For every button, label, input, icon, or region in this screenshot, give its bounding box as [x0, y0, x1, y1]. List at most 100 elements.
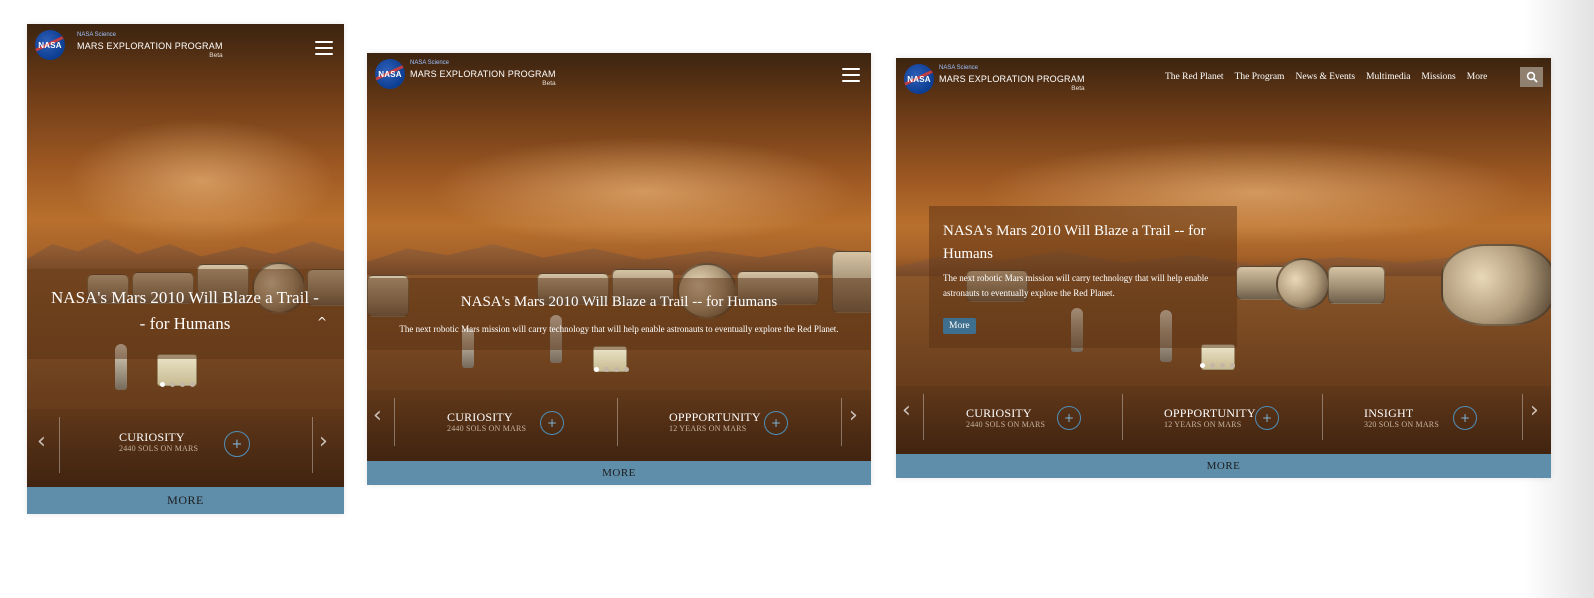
headline-line-2: Humans: [943, 246, 993, 262]
slide-dot[interactable]: [604, 367, 609, 372]
mission-item[interactable]: OPPPORTUNITY 12 YEARS ON MARS: [669, 410, 761, 434]
brand-science: NASA Science: [410, 60, 450, 66]
chevron-left-icon[interactable]: ‹: [373, 403, 382, 428]
plus-circle-icon[interactable]: +: [1453, 406, 1477, 430]
mission-sub: 2440 SOLS ON MARS: [447, 424, 527, 433]
nav-red-planet[interactable]: The Red Planet: [1165, 72, 1224, 82]
divider: [923, 394, 924, 440]
headline[interactable]: NASA's Mars 2010 Will Blaze a Trail -- f…: [943, 220, 1206, 266]
headline-panel: NASA's Mars 2010 Will Blaze a Trail -- f…: [367, 278, 871, 350]
hamburger-icon[interactable]: [315, 41, 333, 55]
more-bar[interactable]: MORE: [367, 461, 871, 485]
mission-sub: 12 YEARS ON MARS: [1164, 420, 1242, 429]
headline[interactable]: NASA's Mars 2010 Will Blaze a Trail - - …: [35, 285, 335, 337]
chevron-left-icon[interactable]: ‹: [902, 398, 911, 423]
brand-block[interactable]: NASA Science MARS EXPLORATION PROGRAM Be…: [77, 31, 223, 60]
description: The next robotic Mars mission will carry…: [943, 271, 1208, 301]
mission-carousel: ‹ CURIOSITY 2440 SOLS ON MARS + OPPPORTU…: [367, 390, 871, 462]
slide-dot[interactable]: [180, 382, 185, 387]
mission-sub: 12 YEARS ON MARS: [669, 424, 747, 433]
chevron-right-icon[interactable]: ›: [849, 403, 858, 428]
nav-program[interactable]: The Program: [1235, 72, 1285, 82]
description-line-1: The next robotic Mars mission will carry…: [943, 273, 1209, 283]
mission-sub: 320 SOLS ON MARS: [1364, 420, 1439, 429]
slide-dot[interactable]: [160, 382, 165, 387]
mission-name: CURIOSITY: [119, 430, 185, 444]
slide-dot[interactable]: [1200, 363, 1205, 368]
slide-dot[interactable]: [1210, 363, 1215, 368]
mission-item[interactable]: INSIGHT 320 SOLS ON MARS: [1364, 406, 1439, 430]
divider: [312, 417, 313, 473]
habitat-dome: [1276, 258, 1330, 310]
nasa-logo[interactable]: NASA: [35, 30, 65, 60]
divider: [617, 398, 618, 446]
description-line-2: astronauts to eventually explore the Red…: [943, 288, 1115, 298]
mission-sub: 2440 SOLS ON MARS: [119, 444, 199, 453]
brand-program: MARS EXPLORATION PROGRAM: [939, 74, 1085, 84]
plus-circle-icon[interactable]: +: [764, 411, 788, 435]
slide-indicators: [1200, 363, 1235, 368]
headline-line-1: NASA's Mars 2010 Will Blaze a Trail -- f…: [943, 223, 1206, 239]
headline-panel: NASA's Mars 2010 Will Blaze a Trail -- f…: [929, 206, 1237, 348]
brand-block[interactable]: NASA Science MARS EXPLORATION PROGRAM Be…: [939, 64, 1085, 93]
slide-indicators: [160, 382, 195, 387]
divider: [59, 417, 60, 473]
mission-name: CURIOSITY: [447, 410, 513, 424]
more-bar[interactable]: MORE: [896, 454, 1551, 478]
chevron-left-icon[interactable]: ‹: [37, 429, 46, 454]
plus-circle-icon[interactable]: +: [1255, 406, 1279, 430]
nav-news-events[interactable]: News & Events: [1295, 72, 1355, 82]
desktop-preview: NASA NASA Science MARS EXPLORATION PROGR…: [896, 58, 1551, 478]
brand-block[interactable]: NASA Science MARS EXPLORATION PROGRAM Be…: [410, 59, 556, 88]
mission-name: OPPPORTUNITY: [1164, 406, 1256, 420]
mission-carousel: ‹ CURIOSITY 2440 SOLS ON MARS + OPPPORTU…: [896, 386, 1551, 454]
mission-item[interactable]: CURIOSITY 2440 SOLS ON MARS: [966, 406, 1045, 430]
habitat-module: [1328, 266, 1385, 304]
slide-dot[interactable]: [594, 367, 599, 372]
mission-carousel: ‹ CURIOSITY 2440 SOLS ON MARS + ›: [27, 409, 344, 487]
nasa-logo[interactable]: NASA: [904, 64, 934, 94]
plus-circle-icon[interactable]: +: [1057, 406, 1081, 430]
slide-dot[interactable]: [1220, 363, 1225, 368]
mission-name: INSIGHT: [1364, 406, 1414, 420]
mission-item[interactable]: OPPPORTUNITY 12 YEARS ON MARS: [1164, 406, 1256, 430]
mission-name: CURIOSITY: [966, 406, 1032, 420]
nav-multimedia[interactable]: Multimedia: [1366, 72, 1410, 82]
plus-circle-icon[interactable]: +: [540, 411, 564, 435]
brand-science: NASA Science: [77, 32, 117, 38]
tablet-preview: NASA NASA Science MARS EXPLORATION PROGR…: [367, 53, 871, 485]
divider: [1522, 394, 1523, 440]
nav-more[interactable]: More: [1467, 72, 1488, 82]
mission-sub: 2440 SOLS ON MARS: [966, 420, 1046, 429]
chevron-right-icon[interactable]: ›: [319, 429, 328, 454]
slide-dot[interactable]: [190, 382, 195, 387]
brand-program: MARS EXPLORATION PROGRAM: [77, 41, 223, 51]
divider: [394, 398, 395, 446]
habitat-dome: [1441, 244, 1551, 326]
mobile-preview: NASA NASA Science MARS EXPLORATION PROGR…: [27, 24, 344, 514]
beta-badge: Beta: [209, 52, 223, 59]
caret-up-icon[interactable]: ^: [317, 315, 327, 329]
brand-science: NASA Science: [939, 65, 979, 71]
more-button[interactable]: More: [943, 318, 976, 334]
nav-missions[interactable]: Missions: [1421, 72, 1455, 82]
slide-dot[interactable]: [624, 367, 629, 372]
slide-dot[interactable]: [170, 382, 175, 387]
mission-item[interactable]: CURIOSITY 2440 SOLS ON MARS: [447, 410, 526, 434]
chevron-right-icon[interactable]: ›: [1530, 398, 1539, 423]
plus-circle-icon[interactable]: +: [224, 431, 250, 457]
mission-item[interactable]: CURIOSITY 2440 SOLS ON MARS: [119, 430, 198, 454]
brand-program: MARS EXPLORATION PROGRAM: [410, 69, 556, 79]
divider: [1122, 394, 1123, 440]
headline-line-2: - for Humans: [139, 314, 231, 333]
search-button[interactable]: [1520, 67, 1543, 87]
main-nav: The Red Planet The Program News & Events…: [1165, 72, 1487, 82]
slide-dot[interactable]: [614, 367, 619, 372]
divider: [841, 398, 842, 446]
nasa-logo[interactable]: NASA: [375, 59, 405, 89]
headline[interactable]: NASA's Mars 2010 Will Blaze a Trail -- f…: [367, 292, 871, 312]
more-bar[interactable]: MORE: [27, 487, 344, 514]
hamburger-icon[interactable]: [842, 68, 860, 82]
slide-dot[interactable]: [1230, 363, 1235, 368]
beta-badge: Beta: [542, 80, 556, 87]
